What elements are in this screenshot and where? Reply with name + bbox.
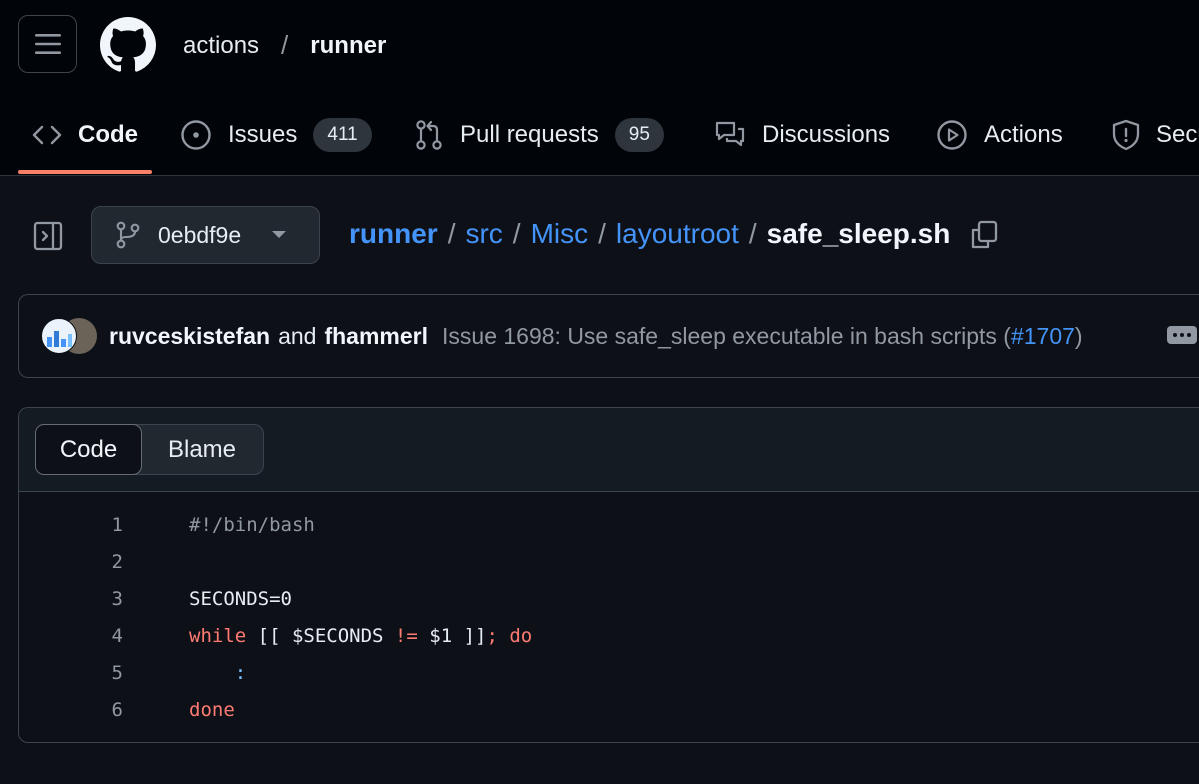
tab-code[interactable]: Code [32,100,138,170]
blame-view-button[interactable]: Blame [141,425,263,474]
git-pull-request-icon [416,120,442,150]
tab-pull-requests[interactable]: Pull requests 95 [414,100,664,170]
tab-label: Actions [984,121,1063,148]
breadcrumb-link-misc[interactable]: Misc [531,218,589,250]
line-code: SECONDS=0 [189,587,292,610]
tab-issues[interactable]: Issues 411 [180,100,372,170]
shield-icon [1112,119,1140,151]
line-code: : [189,661,247,684]
commit-message[interactable]: Issue 1698: Use safe_sleep executable in… [442,323,1083,350]
tab-label: Secu [1156,121,1199,148]
play-icon [937,120,967,150]
git-branch-icon [116,221,140,249]
breadcrumb-separator: / [598,218,606,249]
line-code: while [[ $SECONDS != $1 ]]; do [189,624,533,647]
tab-label: Discussions [762,121,891,148]
pull-requests-count-badge: 95 [614,118,664,152]
commit-authors-and: and [278,322,317,349]
breadcrumb-separator: / [447,218,456,249]
breadcrumb-current-file: safe_sleep.sh [766,218,951,249]
copy-icon[interactable] [968,219,1000,251]
global-menu-button[interactable] [18,15,77,73]
repo-path: actions / runner [183,30,386,61]
line-number[interactable]: 3 [19,588,123,610]
line-code: done [189,698,235,721]
view-mode-segmented-control: Code Blame [35,424,264,475]
tab-actions[interactable]: Actions [936,100,1063,170]
commit-message-end: ) [1074,322,1083,349]
line-number[interactable]: 4 [19,625,123,647]
breadcrumb-link-src[interactable]: src [465,218,502,250]
line-code: #!/bin/bash [189,513,315,536]
file-viewer: Code Blame 1 #!/bin/bash 2 3 SECONDS=0 4… [18,407,1199,743]
hamburger-icon [34,34,61,54]
tab-label: Pull requests [460,121,599,148]
repo-path-separator: / [281,30,289,60]
avatar[interactable] [41,318,77,354]
caret-down-icon [272,231,287,238]
ellipsis-icon [1187,333,1191,337]
sidebar-expand-icon[interactable] [32,220,64,252]
breadcrumb-link-layoutroot[interactable]: layoutroot [616,218,739,250]
issues-count-badge: 411 [313,118,372,152]
commit-coauthor-link[interactable]: fhammerl [324,323,428,350]
file-viewer-header: Code Blame [19,408,1199,492]
tab-discussions[interactable]: Discussions [714,100,890,170]
issue-opened-icon [181,120,211,150]
commit-message-text: Issue 1698: Use safe_sleep executable in… [442,322,1011,349]
file-breadcrumb: runner / src / Misc / layoutroot / safe_… [349,218,950,250]
branch-name: 0ebdf9e [158,221,242,248]
ellipsis-icon [1180,333,1184,337]
branch-selector-button[interactable]: 0ebdf9e [91,206,320,264]
repo-name-link[interactable]: runner [310,32,386,60]
code-icon [32,125,62,145]
github-logo-icon[interactable] [100,17,156,73]
line-number[interactable]: 6 [19,699,123,721]
breadcrumb-root-link[interactable]: runner [349,218,438,250]
active-tab-indicator [18,170,152,174]
commit-pr-link[interactable]: #1707 [1011,323,1075,349]
line-number[interactable]: 5 [19,662,123,684]
commit-avatars [41,316,99,356]
avatar-image-icon [47,331,72,347]
breadcrumb-separator: / [512,218,521,249]
repo-header: actions / runner Code Issues 411 Pull re… [0,0,1199,176]
line-number[interactable]: 2 [19,551,123,573]
tab-label: Issues [228,121,298,148]
tab-label: Code [78,121,138,148]
breadcrumb-separator: / [748,218,757,249]
code-view-button[interactable]: Code [35,424,142,475]
tab-security[interactable]: Secu [1112,100,1199,170]
comment-discussion-icon [715,121,745,147]
repo-owner-link[interactable]: actions [183,32,259,60]
line-number[interactable]: 1 [19,514,123,536]
ellipsis-icon [1173,333,1177,337]
commit-details-toggle[interactable] [1167,326,1197,344]
commit-author-link[interactable]: ruvceskistefan [109,323,270,350]
latest-commit-bar: ruvceskistefan and fhammerl Issue 1698: … [18,294,1199,378]
